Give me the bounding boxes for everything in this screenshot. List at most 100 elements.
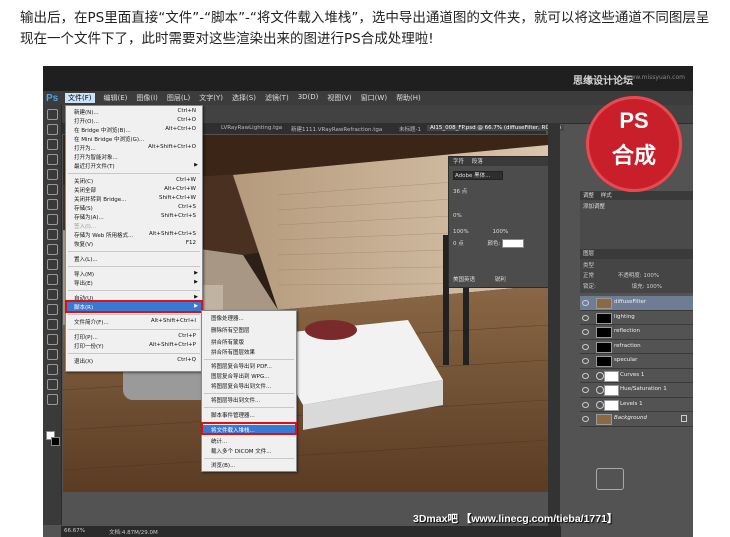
menu-item-export[interactable]: 导出(E) [74, 279, 93, 287]
horizontal-scale-value[interactable]: 100% [492, 229, 508, 235]
menu-item-import[interactable]: 导入(M) [74, 270, 94, 278]
brush-tool-icon[interactable] [46, 214, 58, 225]
menu-type[interactable]: 文字(Y) [199, 93, 223, 103]
menu-item-mini-bridge[interactable]: 在 Mini Bridge 中浏览(G)... [74, 135, 144, 143]
menu-item-open[interactable]: 打开(O)... [74, 117, 99, 125]
type-tool-icon[interactable] [46, 334, 58, 345]
menu-item-open-as[interactable]: 打开为... [74, 144, 96, 152]
fill-value[interactable]: 100% [646, 284, 662, 290]
quick-select-tool-icon[interactable] [46, 154, 58, 165]
path-select-tool-icon[interactable] [46, 349, 58, 360]
menu-item-statistics[interactable]: 统计... [211, 437, 227, 445]
visibility-eye-icon[interactable] [582, 358, 589, 364]
tab-adjustments[interactable]: 调整 [583, 193, 594, 199]
tracking-value[interactable]: 0% [453, 213, 462, 219]
layer-filter-kind[interactable]: 类型 [583, 263, 594, 269]
anti-alias-value[interactable]: 锐利 [495, 277, 506, 283]
tab-styles[interactable]: 样式 [601, 193, 612, 199]
layers-panel-header[interactable]: 图层 [580, 249, 693, 259]
menu-item-exit[interactable]: 退出(X) [74, 357, 93, 365]
tab-active-document[interactable]: AI15_008_FP.psd @ 66.7% (diffuseFilter, … [427, 125, 564, 131]
menu-item-browse[interactable]: 浏览(B)... [211, 461, 235, 469]
text-color-swatch[interactable] [502, 239, 525, 248]
layer-row[interactable]: Levels 1 [580, 397, 693, 412]
blur-tool-icon[interactable] [46, 289, 58, 300]
menu-item-delete-empty-layers[interactable]: 删除所有空图层 [211, 326, 250, 334]
menu-item-close-to-bridge[interactable]: 关闭并转到 Bridge... [74, 195, 126, 203]
visibility-eye-icon[interactable] [582, 372, 589, 379]
menu-item-browse-bridge[interactable]: 在 Bridge 中浏览(B)... [74, 126, 131, 134]
layer-row[interactable]: Curves 1 [580, 368, 693, 383]
menu-item-save-for-web[interactable]: 存储为 Web 所用格式... [74, 231, 133, 239]
dodge-tool-icon[interactable] [46, 304, 58, 315]
history-brush-icon[interactable] [46, 244, 58, 255]
menu-item-load-dicom[interactable]: 载入多个 DICOM 文件... [211, 447, 272, 455]
tab-character[interactable]: 字符 [453, 159, 464, 165]
shape-tool-icon[interactable] [46, 364, 58, 375]
menu-item-revert[interactable]: 恢复(V) [74, 240, 93, 248]
layer-row[interactable]: specular [580, 354, 693, 369]
visibility-eye-icon[interactable] [582, 329, 589, 335]
layer-row[interactable]: diffuseFilter [580, 296, 693, 311]
pen-tool-icon[interactable] [46, 319, 58, 330]
menu-item-open-smart-object[interactable]: 打开为智能对象... [74, 153, 118, 161]
visibility-eye-icon[interactable] [582, 401, 589, 408]
menu-view[interactable]: 视图(V) [327, 93, 351, 103]
font-size-value[interactable]: 36 点 [453, 189, 467, 195]
menu-file[interactable]: 文件(F) [65, 93, 95, 103]
menu-item-recent-files[interactable]: 最近打开文件(T) [74, 162, 115, 170]
menu-image[interactable]: 图像(I) [136, 93, 158, 103]
menu-item-flatten-masks[interactable]: 拼合所有蒙版 [211, 338, 244, 346]
eyedropper-tool-icon[interactable] [46, 184, 58, 195]
visibility-eye-icon[interactable] [582, 387, 589, 393]
tab-refraction[interactable]: 新建1111.VRayRawRefraction.tga [291, 125, 382, 133]
visibility-eye-icon[interactable] [582, 343, 589, 350]
menu-item-comps-to-pdf[interactable]: 将图层复合导出到 PDF... [211, 362, 272, 370]
menu-item-print-one-copy[interactable]: 打印一份(Y) [74, 342, 104, 350]
layer-row[interactable]: Background [580, 412, 693, 427]
tab-paragraph[interactable]: 段落 [472, 159, 483, 165]
menu-item-close-all[interactable]: 关闭全部 [74, 186, 96, 194]
zoom-level[interactable]: 66.67% [64, 528, 85, 534]
layer-row[interactable]: reflection [580, 325, 693, 340]
tab-untitled[interactable]: 未标题-1 [399, 125, 421, 133]
eraser-tool-icon[interactable] [46, 259, 58, 270]
tab-lighting[interactable]: LVRayRawLighting.tga [221, 125, 282, 131]
menu-item-image-processor[interactable]: 图像处理器... [211, 314, 244, 322]
menu-layer[interactable]: 图层(L) [167, 93, 190, 103]
language-value[interactable]: 美国英语 [453, 277, 475, 283]
menu-item-save-as[interactable]: 存储为(A)... [74, 213, 104, 221]
menu-item-close[interactable]: 关闭(C) [74, 177, 93, 185]
visibility-eye-icon[interactable] [582, 416, 589, 422]
menu-item-comps-to-wpg[interactable]: 图层复合导出到 WPG... [211, 372, 270, 380]
layer-row[interactable]: refraction [580, 339, 693, 354]
stamp-tool-icon[interactable] [46, 229, 58, 240]
baseline-value[interactable]: 0 点 [453, 241, 464, 247]
visibility-eye-icon[interactable] [582, 314, 589, 321]
vertical-scale-value[interactable]: 100% [453, 229, 469, 235]
menu-item-layers-to-files[interactable]: 将图层导出到文件... [211, 396, 260, 404]
lasso-tool-icon[interactable] [46, 139, 58, 150]
menu-help[interactable]: 帮助(H) [396, 93, 421, 103]
menu-item-print[interactable]: 打印(P)... [74, 333, 98, 341]
healing-tool-icon[interactable] [46, 199, 58, 210]
menu-edit[interactable]: 编辑(E) [104, 93, 128, 103]
menu-window[interactable]: 窗口(W) [361, 93, 387, 103]
menu-item-file-info[interactable]: 文件简介(F)... [74, 318, 109, 326]
marquee-tool-icon[interactable] [46, 124, 58, 135]
menu-item-place[interactable]: 置入(L)... [74, 255, 98, 263]
layer-row[interactable]: Hue/Saturation 1 [580, 383, 693, 398]
layer-row[interactable]: lighting [580, 310, 693, 325]
menu-select[interactable]: 选择(S) [232, 93, 256, 103]
background-color-swatch[interactable] [51, 437, 60, 446]
menu-item-flatten-effects[interactable]: 拼合所有图层效果 [211, 348, 255, 356]
menu-item-new[interactable]: 新建(N)... [74, 108, 99, 116]
menu-filter[interactable]: 滤镜(T) [265, 93, 289, 103]
blend-mode-select[interactable]: 正常 [583, 273, 594, 279]
menu-item-comps-to-files[interactable]: 将图层复合导出到文件... [211, 382, 271, 390]
menu-item-script-events[interactable]: 脚本事件管理器... [211, 411, 255, 419]
opacity-value[interactable]: 100% [643, 273, 659, 279]
gradient-tool-icon[interactable] [46, 274, 58, 285]
zoom-tool-icon[interactable] [46, 394, 58, 405]
hand-tool-icon[interactable] [46, 379, 58, 390]
